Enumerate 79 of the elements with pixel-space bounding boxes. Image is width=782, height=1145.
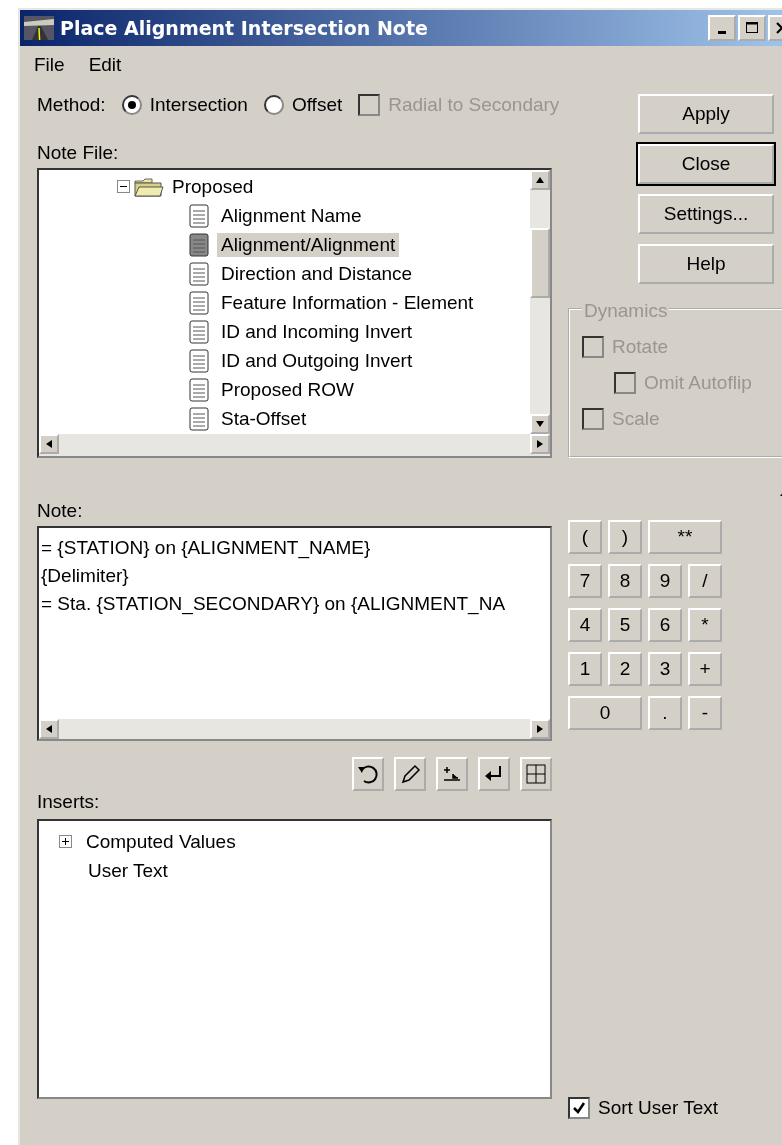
note-text-area[interactable]: = {STATION} on {ALIGNMENT_NAME} {Delimiter} = Sta. {STATION_SECONDARY} on {ALIGNMENT_NA bbox=[37, 526, 552, 741]
keypad-key[interactable]: . bbox=[648, 696, 682, 730]
keypad-key[interactable]: 2 bbox=[608, 652, 642, 686]
keypad-key[interactable]: 1 bbox=[568, 652, 602, 686]
note-line: = {STATION} on {ALIGNMENT_NAME} bbox=[41, 536, 372, 561]
note-label: Note: bbox=[37, 500, 83, 522]
window-title: Place Alignment Intersection Note bbox=[60, 17, 429, 39]
keypad-key[interactable]: 7 bbox=[568, 564, 602, 598]
keypad-key[interactable]: / bbox=[688, 564, 722, 598]
keypad-key[interactable]: 8 bbox=[608, 564, 642, 598]
tree-item[interactable]: Proposed bbox=[168, 174, 258, 199]
checkmark-icon bbox=[572, 1101, 586, 1115]
collapse-toggle[interactable] bbox=[117, 180, 130, 193]
toolbar-button[interactable] bbox=[436, 757, 468, 791]
keypad-key[interactable]: 0 bbox=[568, 696, 642, 730]
menu-item[interactable]: File bbox=[32, 54, 67, 76]
road-icon bbox=[24, 16, 54, 40]
keypad-key[interactable]: 4 bbox=[568, 608, 602, 642]
document-icon bbox=[189, 319, 209, 344]
document-icon bbox=[189, 203, 209, 228]
menu-item[interactable]: Edit bbox=[86, 54, 124, 76]
folder-icon bbox=[134, 176, 164, 197]
inserts-label: Inserts: bbox=[37, 791, 100, 813]
up-arrow-icon bbox=[536, 177, 544, 183]
right-arrow-icon bbox=[537, 440, 543, 448]
method-radio[interactable]: Intersection bbox=[121, 94, 248, 116]
vertical-scrollbar[interactable] bbox=[530, 170, 550, 434]
note-line: {Delimiter} bbox=[41, 564, 130, 588]
minimize-icon bbox=[718, 30, 726, 34]
toolbar-button[interactable] bbox=[478, 757, 510, 791]
left-arrow-icon bbox=[46, 725, 52, 733]
keypad-key[interactable]: - bbox=[688, 696, 722, 730]
maximize-icon bbox=[745, 21, 759, 35]
keypad-key[interactable]: ** bbox=[648, 520, 722, 554]
keypad-key[interactable]: 9 bbox=[648, 564, 682, 598]
method-label: Method: bbox=[37, 94, 106, 116]
tree-item[interactable]: Alignment Name bbox=[217, 203, 366, 228]
keypad-key[interactable]: 3 bbox=[648, 652, 682, 686]
tree-item[interactable]: Alignment/Alignment bbox=[217, 232, 400, 257]
note-file-label: Note File: bbox=[37, 142, 119, 164]
grid-icon bbox=[524, 762, 548, 786]
document-icon bbox=[189, 232, 209, 257]
left-arrow-icon bbox=[46, 440, 52, 448]
sort-checkbox[interactable]: Sort User Text bbox=[568, 1097, 719, 1119]
undo-icon bbox=[356, 762, 380, 786]
document-icon bbox=[189, 261, 209, 286]
tree-item[interactable]: Direction and Distance bbox=[217, 261, 417, 286]
tree-item[interactable]: User Text bbox=[84, 858, 172, 883]
keypad-key[interactable]: * bbox=[688, 608, 722, 642]
down-arrow-icon bbox=[536, 421, 544, 427]
tree-item[interactable]: ID and Outgoing Invert bbox=[217, 348, 417, 373]
tree-item[interactable]: Sta-Offset bbox=[217, 406, 311, 431]
keypad-key[interactable]: ( bbox=[568, 520, 602, 554]
keypad-key[interactable]: 6 bbox=[648, 608, 682, 642]
document-icon bbox=[189, 377, 209, 402]
note-line: = Sta. {STATION_SECONDARY} on {ALIGNMENT_NA bbox=[41, 592, 507, 617]
document-icon bbox=[189, 406, 209, 431]
horizontal-scrollbar[interactable] bbox=[39, 434, 550, 456]
right-arrow-icon bbox=[537, 725, 543, 733]
document-icon bbox=[189, 290, 209, 315]
document-icon bbox=[189, 348, 209, 373]
toolbar-button[interactable] bbox=[352, 757, 384, 791]
horizontal-scrollbar[interactable] bbox=[39, 719, 550, 739]
dialog-button[interactable]: Apply bbox=[638, 94, 774, 134]
keypad-key[interactable]: 5 bbox=[608, 608, 642, 642]
tree-item[interactable]: Computed Values bbox=[82, 829, 240, 854]
keypad-key[interactable]: ) bbox=[608, 520, 642, 554]
tree-item[interactable]: ID and Incoming Invert bbox=[217, 319, 417, 344]
dialog-button[interactable]: Settings... bbox=[638, 194, 774, 234]
dialog-button[interactable]: Help bbox=[638, 244, 774, 284]
toolbar-button[interactable] bbox=[394, 757, 426, 791]
tree-item[interactable]: Feature Information - Element bbox=[217, 290, 478, 315]
dialog-button[interactable]: Close bbox=[638, 144, 774, 184]
method-radio[interactable]: Offset bbox=[263, 94, 343, 116]
maximize-button[interactable] bbox=[738, 15, 766, 41]
keypad-key[interactable]: + bbox=[688, 652, 722, 686]
tree-item[interactable]: Proposed ROW bbox=[217, 377, 359, 402]
expand-toggle[interactable] bbox=[59, 835, 72, 848]
minimize-button[interactable] bbox=[708, 15, 736, 41]
